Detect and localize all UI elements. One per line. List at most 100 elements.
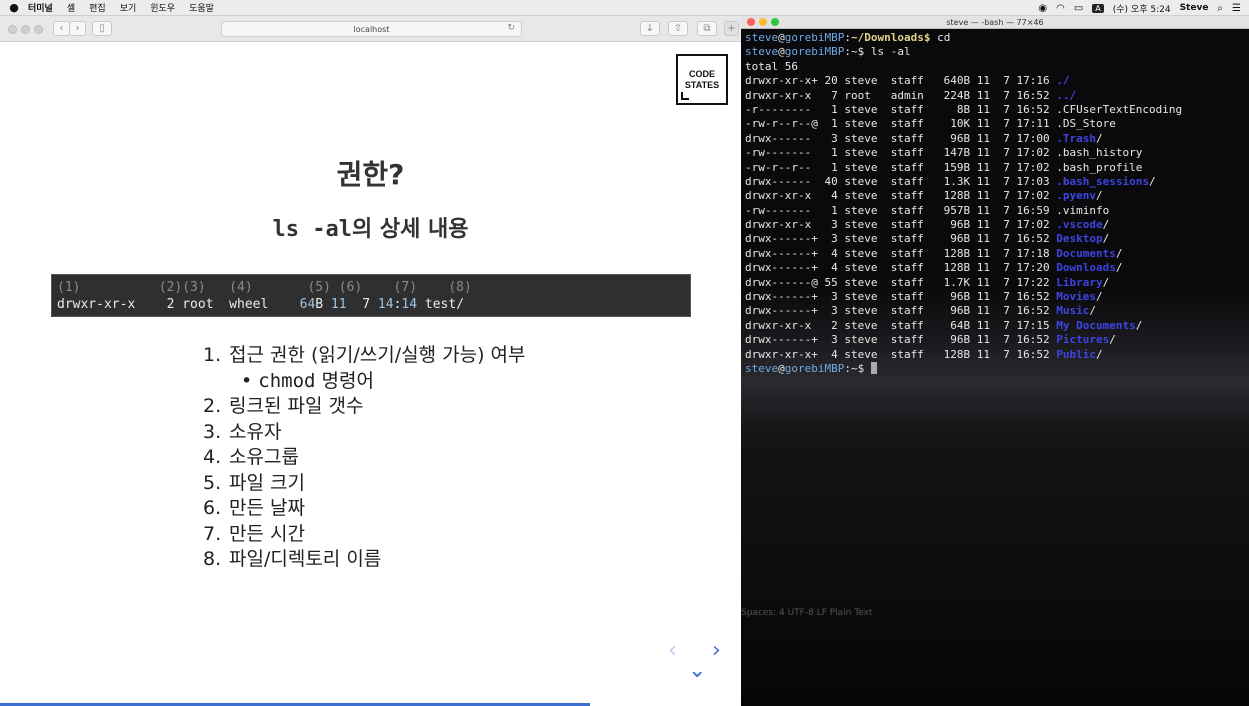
code-seg: 7 — [346, 297, 378, 312]
list-item: 6. 만든 날짜 — [203, 496, 526, 522]
code-block: (1) (2)(3) (4) (5) (6) (7) (8) drwxr-xr-x… — [51, 274, 691, 317]
directory-slash: / — [1096, 290, 1103, 304]
list-number: 5. — [203, 471, 222, 494]
close-button[interactable] — [8, 25, 17, 34]
directory-name: Public — [1056, 347, 1097, 361]
clock[interactable]: (수) 오후 5:24 — [1113, 2, 1171, 15]
terminal-line: -rw------- 1 steve staff 147B 11 7 17:02… — [745, 146, 1249, 160]
output-text: drwxr-xr-x 3 steve staff 96B 11 7 17:02 — [745, 218, 1057, 232]
list-item: 5. 파일 크기 — [203, 471, 526, 497]
slide: CODE STATES 권한? ls -al의 상세 내용 (1) (2)(3)… — [0, 43, 741, 706]
output-text: -rw-r--r--@ 1 steve staff 10K 11 7 17:11… — [745, 117, 1116, 131]
menu-window[interactable]: 윈도우 — [150, 1, 175, 14]
subtitle-code: ls -al — [272, 217, 352, 242]
code-seg: 14 — [401, 297, 418, 312]
user-name[interactable]: Steve — [1180, 3, 1209, 13]
url-bar[interactable]: localhost ↻ — [221, 21, 522, 37]
code-seg: B — [315, 297, 331, 312]
next-slide-arrow-icon[interactable]: › — [712, 638, 721, 663]
terminal-line: steve@gorebiMBP:~$ — [745, 361, 1249, 376]
code-line-example: drwxr-xr-x 2 root wheel 64B 11 7 14:14 t… — [57, 296, 685, 313]
code-states-logo: CODE STATES — [676, 54, 728, 105]
list-text: 파일 크기 — [229, 471, 305, 494]
code-seg: 64 — [299, 297, 316, 312]
terminal-line: drwx------+ 4 steve staff 128B 11 7 17:1… — [745, 247, 1249, 261]
status-area: ◉ ◠ ▭ A (수) 오후 5:24 Steve ⌕ ☰ — [1038, 0, 1241, 16]
code-seg: 14 — [377, 297, 394, 312]
list-item: 2. 링크된 파일 갯수 — [203, 394, 526, 420]
list-number: 2. — [203, 395, 222, 417]
terminal-line: drwx------ 40 steve staff 1.3K 11 7 17:0… — [745, 175, 1249, 189]
directory-slash: / — [1096, 189, 1103, 203]
minimize-button[interactable] — [759, 18, 767, 26]
record-icon[interactable]: ◉ — [1038, 3, 1047, 14]
terminal-line: -rw-r--r--@ 1 steve staff 10K 11 7 17:11… — [745, 117, 1249, 131]
reload-icon[interactable]: ↻ — [507, 23, 515, 33]
menu-help[interactable]: 도움말 — [189, 1, 214, 14]
terminal-line: drwx------ 3 steve staff 96B 11 7 17:00 … — [745, 132, 1249, 146]
menu-app-terminal[interactable]: 터미널 — [28, 1, 53, 14]
new-tab-button[interactable]: + — [724, 21, 739, 36]
tabs-icon[interactable]: ⧉ — [697, 21, 717, 36]
terminal-line: drwxr-xr-x 3 steve staff 96B 11 7 17:02 … — [745, 218, 1249, 232]
back-button[interactable]: ‹ — [53, 21, 70, 36]
list-text: 파일/디렉토리 이름 — [229, 548, 382, 570]
output-text: drwx------+ 3 steve staff 96B 11 7 16:52 — [745, 333, 1057, 347]
prompt-user: steve — [745, 31, 779, 44]
apple-icon[interactable]: ● — [0, 1, 28, 14]
list-icon[interactable]: ☰ — [1232, 3, 1241, 14]
code-seg: 11 — [330, 297, 347, 312]
directory-slash: / — [1109, 333, 1116, 347]
output-text: drwx------ 40 steve staff 1.3K 11 7 17:0… — [745, 174, 1057, 188]
down-slide-arrow-icon[interactable]: ⌄ — [688, 658, 706, 683]
output-text: drwxr-xr-x+ 20 steve staff 640B 11 7 17:… — [745, 74, 1057, 88]
list-number: 7. — [203, 522, 222, 545]
sub-bullet-text: 명령어 — [315, 369, 374, 392]
prompt-host: gorebiMBP — [784, 361, 845, 375]
directory-name: Music — [1056, 304, 1090, 318]
share-icon[interactable]: ⇧ — [668, 21, 688, 36]
battery-icon[interactable]: ▭ — [1074, 3, 1083, 14]
terminal-line: drwxr-xr-x 7 root admin 224B 11 7 16:52 … — [745, 89, 1249, 103]
terminal-title: steve — -bash — 77×46 — [946, 18, 1044, 27]
menu-shell[interactable]: 셸 — [67, 1, 75, 14]
forward-button[interactable]: › — [69, 21, 86, 36]
sidebar-icon[interactable]: ▯ — [92, 21, 112, 36]
directory-slash: / — [1096, 347, 1103, 361]
terminal-output[interactable]: steve@gorebiMBP:~/Downloads$ cd steve@gor… — [741, 30, 1249, 706]
terminal-line: steve@gorebiMBP:~/Downloads$ cd — [745, 31, 951, 44]
input-source-icon[interactable]: A — [1092, 3, 1104, 13]
menu-edit[interactable]: 편집 — [89, 1, 106, 14]
zoom-button[interactable] — [34, 25, 43, 34]
directory-slash: / — [1135, 318, 1143, 332]
search-icon[interactable]: ⌕ — [1217, 3, 1223, 14]
download-icon[interactable]: ↓ — [640, 21, 660, 36]
directory-name: .vscode — [1056, 218, 1103, 232]
directory-slash: / — [1115, 246, 1123, 260]
logo-line-1: CODE — [688, 69, 715, 79]
directory-name: Documents — [1056, 246, 1116, 260]
directory-name: Pictures — [1056, 333, 1110, 347]
minimize-button[interactable] — [21, 25, 30, 34]
directory-slash: / — [1115, 261, 1123, 275]
terminal-line: -rw------- 1 steve staff 957B 11 7 16:59… — [745, 204, 1249, 218]
menu-view[interactable]: 보기 — [120, 1, 137, 14]
close-button[interactable] — [747, 18, 755, 26]
directory-name: .pyenv — [1056, 189, 1097, 203]
wifi-icon[interactable]: ◠ — [1056, 3, 1065, 14]
output-text: drwx------ 3 steve staff 96B 11 7 17:00 — [745, 131, 1057, 145]
prev-slide-arrow-icon[interactable]: ‹ — [668, 638, 677, 663]
zoom-button[interactable] — [771, 18, 779, 26]
directory-name: Library — [1056, 275, 1103, 289]
output-text: -r-------- 1 steve staff 8B 11 7 16:52 .… — [745, 102, 1183, 116]
directory-name: Downloads — [1056, 261, 1116, 275]
list-text: 접근 권한 (읽기/쓰기/실행 가능) 여부 — [229, 344, 526, 366]
list-item: 3. 소유자 — [203, 420, 526, 446]
slide-navigation: ‹ › ⌄ — [668, 638, 734, 688]
list-number: 1. — [203, 344, 222, 366]
list-number: 4. — [203, 446, 222, 468]
terminal-line: drwx------@ 55 steve staff 1.7K 11 7 17:… — [745, 276, 1249, 290]
directory-name: .bash_sessions — [1056, 174, 1149, 188]
list-item: 8. 파일/디렉토리 이름 — [203, 547, 526, 573]
output-text: drwx------+ 3 steve staff 96B 11 7 16:52 — [745, 304, 1057, 318]
